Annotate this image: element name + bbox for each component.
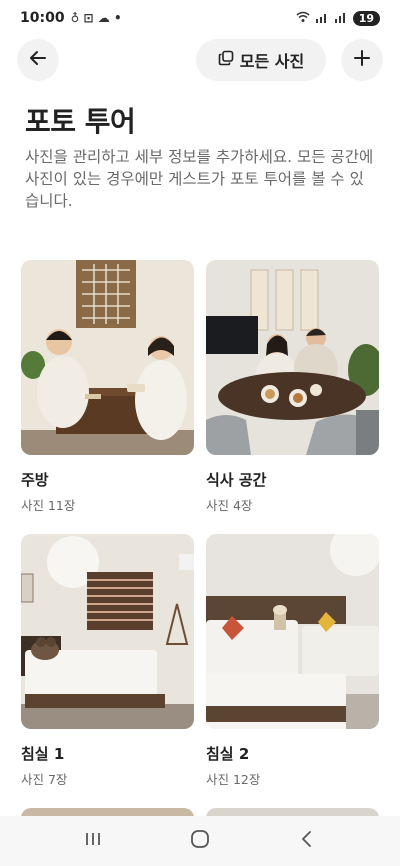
status-time: 10:00 bbox=[20, 10, 65, 26]
status-right: 19 bbox=[296, 10, 380, 26]
room-title: 주방 bbox=[21, 471, 49, 489]
add-button[interactable] bbox=[341, 39, 383, 81]
room-photo-count: 사진 4장 bbox=[206, 498, 253, 513]
page-description: 사진을 관리하고 세부 정보를 추가하세요. 모든 공간에 사진이 있는 경우에… bbox=[25, 148, 374, 210]
room-card-kitchen[interactable]: 주방 사진 11장 bbox=[21, 260, 194, 514]
navigation-bar bbox=[0, 816, 400, 866]
home-icon bbox=[190, 829, 210, 853]
recent-apps-button[interactable] bbox=[73, 821, 113, 861]
room-photo-bedroom-1[interactable] bbox=[21, 534, 194, 729]
room-title: 침실 2 bbox=[206, 745, 250, 763]
photo-stack-icon bbox=[218, 50, 234, 70]
room-photo-count: 사진 12장 bbox=[206, 772, 261, 787]
status-left: 10:00 ♁ ⊡ ☁ • bbox=[20, 10, 122, 26]
battery-level: 19 bbox=[352, 10, 380, 26]
nav-back-button[interactable] bbox=[287, 821, 327, 861]
wifi-icon bbox=[296, 11, 310, 26]
room-title: 식사 공간 bbox=[206, 471, 267, 489]
status-bar: 10:00 ♁ ⊡ ☁ • 19 bbox=[0, 0, 400, 36]
signal-icon-2 bbox=[334, 11, 348, 26]
room-photo-kitchen[interactable] bbox=[21, 260, 194, 455]
room-card-bedroom-1[interactable]: 침실 1 사진 7장 bbox=[21, 534, 194, 788]
signal-icon bbox=[315, 11, 329, 26]
all-photos-label: 모든 사진 bbox=[239, 52, 305, 71]
plus-icon bbox=[353, 49, 371, 71]
room-title: 침실 1 bbox=[21, 745, 65, 763]
arrow-left-icon bbox=[29, 49, 47, 71]
home-button[interactable] bbox=[180, 821, 220, 861]
room-card-dining[interactable]: 식사 공간 사진 4장 bbox=[206, 260, 379, 514]
notification-icons: ♁ ⊡ ☁ • bbox=[70, 11, 122, 25]
room-card-bedroom-2[interactable]: 침실 2 사진 12장 bbox=[206, 534, 379, 788]
all-photos-button[interactable]: 모든 사진 bbox=[196, 39, 326, 81]
room-photo-dining[interactable] bbox=[206, 260, 379, 455]
back-button[interactable] bbox=[17, 39, 59, 81]
recent-apps-icon bbox=[84, 831, 102, 851]
room-photo-count: 사진 7장 bbox=[21, 772, 68, 787]
page-title: 포토 투어 bbox=[25, 105, 136, 138]
room-photo-bedroom-2[interactable] bbox=[206, 534, 379, 729]
room-photo-count: 사진 11장 bbox=[21, 498, 76, 513]
chevron-left-icon bbox=[300, 830, 314, 852]
